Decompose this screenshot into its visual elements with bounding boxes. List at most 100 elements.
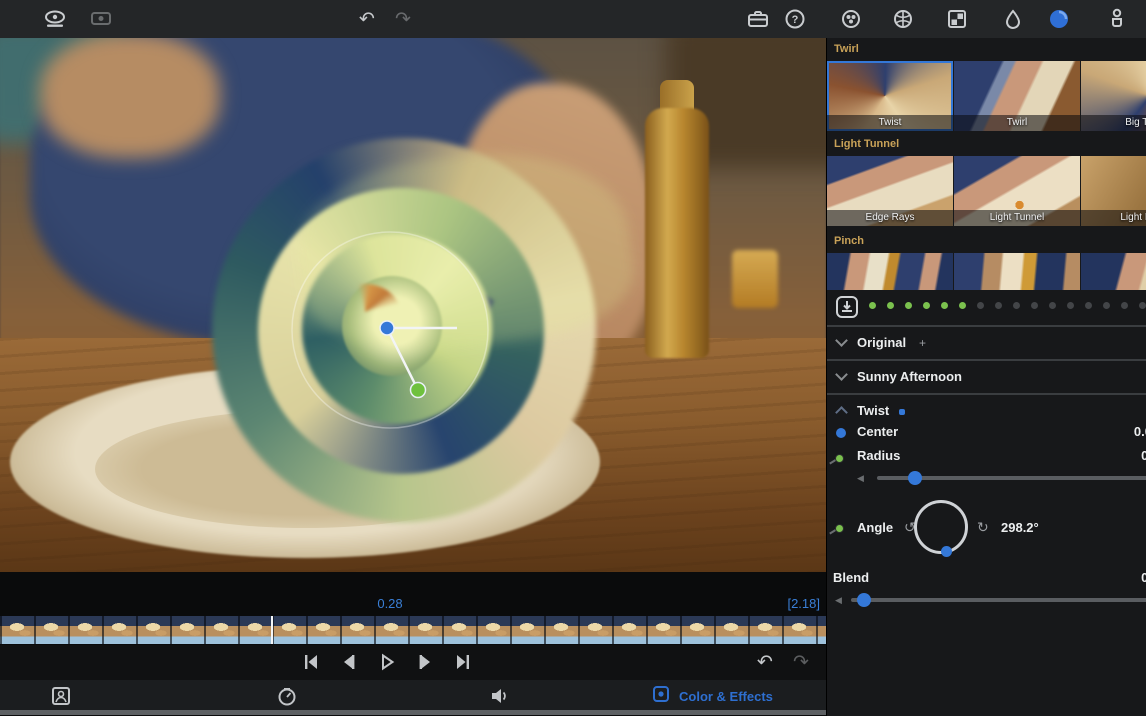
effects-ball-icon[interactable] [890, 7, 916, 31]
effect-center-handle[interactable] [380, 321, 394, 335]
timeline: 0.28 [2.18] [0, 572, 826, 645]
droplet-icon[interactable] [1000, 7, 1026, 31]
playhead[interactable] [271, 616, 273, 644]
frames-icon[interactable] [944, 7, 970, 31]
keyframe-icon-angle[interactable] [835, 524, 844, 533]
angle-value: 298.2° [1001, 520, 1039, 535]
add-icon: + [919, 336, 926, 350]
transport-bar: ↶ ↷ [0, 645, 826, 680]
keyframe-icon-radius[interactable] [835, 454, 844, 463]
frame-forward-button[interactable] [412, 650, 438, 674]
preset-light-tunnel[interactable]: Light Tunnel [954, 156, 1080, 226]
angle-dial[interactable] [914, 500, 968, 554]
color-effects-icon [652, 685, 670, 708]
rotate-cw-icon[interactable]: ↻ [977, 520, 989, 536]
pager-dot [869, 302, 876, 309]
preset-pinch-1[interactable] [827, 253, 953, 290]
audio-icon[interactable] [486, 684, 512, 708]
preset-pinch-3[interactable] [1081, 253, 1146, 290]
chevron-down-icon [835, 334, 848, 347]
pager-dot [1067, 302, 1074, 309]
pager-dot [1049, 302, 1056, 309]
pager-dot [905, 302, 912, 309]
color-effects-label: Color & Effects [679, 689, 773, 704]
preset-pager [827, 292, 1146, 322]
effects-panel: Twirl Twist Twirl Big Twirl Light Tunnel… [826, 38, 1146, 716]
pager-dot [1121, 302, 1128, 309]
frame-fit-icon[interactable] [48, 684, 74, 708]
blend-slider[interactable] [851, 598, 1146, 602]
preset-twirl[interactable]: Twirl [954, 61, 1080, 131]
radius-slider[interactable] [877, 476, 1146, 480]
frame-back-button[interactable] [336, 650, 362, 674]
modified-indicator [899, 409, 905, 415]
app-root: ↶ ↷ ? [0, 0, 1146, 716]
top-toolbar: ↶ ↷ ? [0, 0, 1146, 38]
svg-text:?: ? [792, 14, 799, 26]
pager-dot [977, 302, 984, 309]
pager-dot [1085, 302, 1092, 309]
radius-label: Radius [857, 448, 900, 463]
preset-twist[interactable]: Twist [827, 61, 953, 131]
help-icon[interactable]: ? [782, 7, 808, 31]
color-effects-button[interactable]: Color & Effects [652, 684, 773, 708]
effect-control-overlay [0, 38, 826, 572]
pager-dots [869, 302, 1146, 309]
pinch-thumbnails [827, 253, 1146, 290]
chevron-down-icon [835, 368, 848, 381]
color-wheel-icon[interactable] [838, 7, 864, 31]
preset-light-rays[interactable]: Light Rays [1081, 156, 1146, 226]
pager-dot [1103, 302, 1110, 309]
section-label-pinch: Pinch [834, 235, 864, 247]
preset-pinch-2[interactable] [954, 253, 1080, 290]
twirl-thumbnails: Twist Twirl Big Twirl [827, 61, 1146, 131]
effect-radius-handle[interactable] [411, 383, 426, 398]
display-icon[interactable] [88, 7, 114, 31]
blend-value: 0. [1141, 570, 1146, 585]
layer-original[interactable]: Original + [827, 328, 1146, 358]
pager-dot [923, 302, 930, 309]
end-time: [2.18] [787, 596, 820, 611]
center-label: Center [857, 424, 898, 439]
preset-edge-rays[interactable]: Edge Rays [827, 156, 953, 226]
bottom-toolbar: Color & Effects [0, 680, 826, 712]
section-label-twirl: Twirl [834, 43, 859, 55]
speed-icon[interactable] [274, 684, 300, 708]
current-time: 0.28 [340, 596, 440, 611]
radius-slider-thumb[interactable] [908, 471, 922, 485]
pager-dot [995, 302, 1002, 309]
pager-dot [1013, 302, 1020, 309]
redo-icon[interactable]: ↷ [390, 7, 416, 31]
home-indicator [0, 710, 826, 715]
angle-dial-handle[interactable] [941, 546, 952, 557]
blend-slider-thumb[interactable] [857, 593, 871, 607]
preset-big-twirl[interactable]: Big Twirl [1081, 61, 1146, 131]
pager-dot [1031, 302, 1038, 309]
pager-dot [887, 302, 894, 309]
pager-dot [959, 302, 966, 309]
blend-label: Blend [833, 570, 869, 585]
keyframe-icon-center[interactable] [836, 428, 846, 438]
save-preset-icon[interactable] [835, 295, 859, 319]
skip-start-button[interactable] [298, 650, 324, 674]
projector-icon[interactable] [42, 7, 68, 31]
light-tunnel-thumbnails: Edge Rays Light Tunnel Light Rays [827, 156, 1146, 226]
pager-dot [1139, 302, 1146, 309]
slider-reset-arrow-icon[interactable]: ◀ [835, 596, 842, 606]
chevron-up-icon [835, 406, 848, 419]
section-label-light-tunnel: Light Tunnel [834, 138, 899, 150]
video-preview [0, 38, 826, 572]
slider-reset-arrow-icon[interactable]: ◀ [857, 474, 864, 484]
color-effects-active-icon[interactable] [1046, 7, 1072, 31]
undo-icon[interactable]: ↶ [354, 7, 380, 31]
pager-dot [941, 302, 948, 309]
undo-icon[interactable]: ↶ [752, 650, 778, 674]
layer-sunny-afternoon[interactable]: Sunny Afternoon [827, 362, 1146, 392]
play-button[interactable] [374, 650, 400, 674]
filmstrip[interactable] [0, 616, 826, 644]
redo-icon[interactable]: ↷ [788, 650, 814, 674]
toolbox-icon[interactable] [745, 7, 771, 31]
skip-end-button[interactable] [450, 650, 476, 674]
layer-twist[interactable]: Twist [827, 396, 1146, 426]
character-icon[interactable] [1104, 7, 1130, 31]
